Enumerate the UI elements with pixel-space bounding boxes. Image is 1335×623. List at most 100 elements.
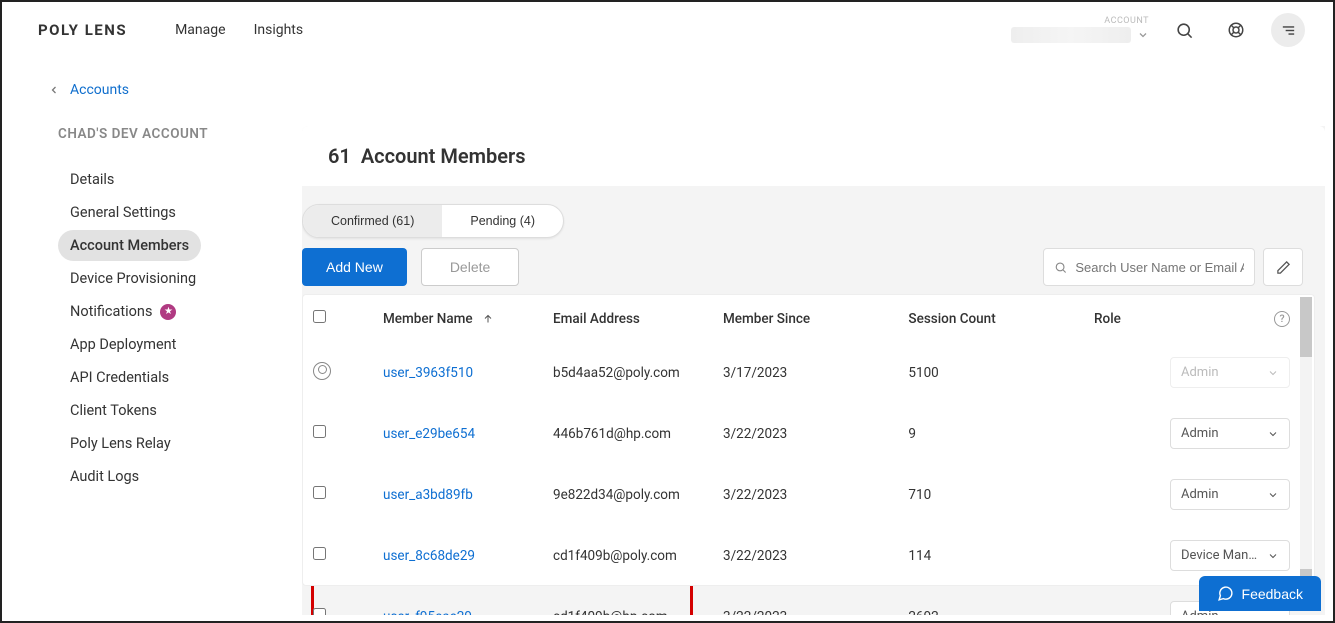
sidebar-item-api-credentials[interactable]: API Credentials	[58, 362, 181, 393]
session-count: 5100	[898, 342, 1084, 403]
member-since: 3/17/2023	[713, 342, 898, 403]
menu-button[interactable]	[1271, 13, 1305, 47]
account-switcher[interactable]: ACCOUNT	[1011, 17, 1149, 43]
tab-confirmed[interactable]: Confirmed (61)	[303, 205, 442, 237]
chevron-down-icon	[1137, 29, 1149, 41]
scroll-thumb[interactable]	[1300, 297, 1312, 357]
role-select[interactable]: Admin	[1170, 418, 1290, 449]
tab-pending[interactable]: Pending (4)	[442, 205, 563, 237]
sidebar-item-details[interactable]: Details	[58, 164, 178, 195]
col-member-name[interactable]: Member Name	[373, 295, 543, 342]
select-all-checkbox[interactable]	[313, 310, 326, 323]
session-count: 2692	[898, 586, 1084, 615]
member-name-link[interactable]: user_f95eae29	[383, 609, 472, 616]
sidebar-item-notifications[interactable]: Notifications ★	[58, 296, 188, 327]
chevron-left-icon	[48, 84, 60, 96]
breadcrumb-link[interactable]: Accounts	[70, 82, 129, 98]
feedback-button[interactable]: Feedback	[1199, 576, 1321, 611]
row-checkbox[interactable]	[313, 425, 326, 438]
pencil-icon	[1276, 260, 1291, 275]
table-row: user_f95eae29 cd1f409b@hp.com3/22/2023269…	[303, 586, 1314, 615]
sidebar-account-title: CHAD'S DEV ACCOUNT	[58, 126, 302, 142]
sidebar-item-label: Client Tokens	[70, 402, 157, 419]
row-checkbox[interactable]	[313, 608, 326, 615]
sidebar-item-account-members[interactable]: Account Members	[58, 230, 201, 261]
role-select[interactable]: Admin	[1170, 479, 1290, 510]
role-label: Admin	[1181, 426, 1219, 441]
chat-icon	[1217, 585, 1234, 602]
nav-insights[interactable]: Insights	[254, 22, 304, 38]
nav-manage[interactable]: Manage	[175, 22, 225, 38]
col-member-since[interactable]: Member Since	[713, 295, 898, 342]
sidebar-item-label: Device Provisioning	[70, 270, 196, 287]
sidebar-item-label: Account Members	[70, 237, 189, 254]
member-name-link[interactable]: user_3963f510	[383, 365, 473, 381]
chevron-down-icon	[1267, 428, 1279, 440]
search-icon	[1175, 21, 1194, 40]
account-label: ACCOUNT	[1104, 17, 1149, 27]
row-checkbox[interactable]	[313, 486, 326, 499]
sidebar-item-label: Details	[70, 171, 114, 188]
account-name-redacted	[1011, 27, 1131, 43]
member-email: b5d4aa52@poly.com	[543, 342, 713, 403]
table-row: user_8c68de29 cd1f409b@poly.com3/22/20231…	[303, 525, 1314, 586]
sidebar-item-label: Poly Lens Relay	[70, 435, 171, 452]
table-row: user_e29be654 446b761d@hp.com3/22/20239 Ad…	[303, 403, 1314, 464]
table-row: user_a3bd89fb 9e822d34@poly.com3/22/20237…	[303, 464, 1314, 525]
page-title: 61 Account Members	[302, 126, 1325, 186]
star-badge-icon: ★	[160, 304, 176, 320]
sidebar-item-label: Notifications	[70, 303, 152, 320]
delete-button[interactable]: Delete	[421, 248, 519, 286]
col-session-count[interactable]: Session Count	[898, 295, 1084, 342]
add-new-button[interactable]: Add New	[302, 248, 407, 286]
role-label: Admin	[1181, 365, 1219, 380]
role-select[interactable]: Device Man…	[1170, 540, 1290, 571]
app-logo[interactable]: POLY LENS	[38, 21, 127, 39]
member-email: cd1f409b@poly.com	[543, 525, 713, 586]
table-scrollbar[interactable]	[1300, 297, 1312, 585]
col-role: Role	[1084, 295, 1264, 342]
member-email: 446b761d@hp.com	[543, 403, 713, 464]
sidebar-item-poly-lens-relay[interactable]: Poly Lens Relay	[58, 428, 183, 459]
search-box[interactable]	[1043, 248, 1255, 286]
role-select: Admin	[1170, 357, 1290, 388]
help-icon[interactable]: ?	[1274, 311, 1290, 327]
member-name-link[interactable]: user_a3bd89fb	[383, 487, 473, 503]
member-name-link[interactable]: user_8c68de29	[383, 548, 475, 564]
session-count: 9	[898, 403, 1084, 464]
sidebar-item-label: API Credentials	[70, 369, 169, 386]
member-email: cd1f409b@hp.com	[543, 586, 713, 615]
role-label: Admin	[1181, 487, 1219, 502]
lifebuoy-icon	[1227, 21, 1245, 39]
col-email[interactable]: Email Address	[543, 295, 713, 342]
session-count: 710	[898, 464, 1084, 525]
sidebar-item-device-provisioning[interactable]: Device Provisioning	[58, 263, 208, 294]
sidebar-item-app-deployment[interactable]: App Deployment	[58, 329, 188, 360]
sidebar-item-label: General Settings	[70, 204, 176, 221]
chevron-down-icon	[1267, 489, 1279, 501]
breadcrumb[interactable]: Accounts	[48, 82, 1333, 98]
member-since: 3/22/2023	[713, 464, 898, 525]
sort-asc-icon	[482, 313, 494, 325]
row-checkbox[interactable]	[313, 547, 326, 560]
member-name-link[interactable]: user_e29be654	[383, 426, 475, 442]
sidebar-item-client-tokens[interactable]: Client Tokens	[58, 395, 178, 426]
sidebar-item-audit-logs[interactable]: Audit Logs	[58, 461, 178, 492]
member-since: 3/22/2023	[713, 403, 898, 464]
sidebar-item-label: App Deployment	[70, 336, 176, 353]
edit-columns-button[interactable]	[1263, 248, 1303, 286]
sidebar-item-general-settings[interactable]: General Settings	[58, 197, 188, 228]
chevron-down-icon	[1267, 550, 1279, 562]
member-since: 3/22/2023	[713, 525, 898, 586]
current-user-icon	[313, 362, 331, 380]
search-input[interactable]	[1075, 260, 1244, 275]
table-row: user_3963f510 b5d4aa52@poly.com3/17/20235…	[303, 342, 1314, 403]
search-icon	[1054, 260, 1067, 275]
chevron-down-icon	[1267, 611, 1279, 616]
help-support-button[interactable]	[1219, 13, 1253, 47]
member-since: 3/22/2023	[713, 586, 898, 615]
session-count: 114	[898, 525, 1084, 586]
sidebar-item-label: Audit Logs	[70, 468, 139, 485]
member-email: 9e822d34@poly.com	[543, 464, 713, 525]
search-button[interactable]	[1167, 13, 1201, 47]
